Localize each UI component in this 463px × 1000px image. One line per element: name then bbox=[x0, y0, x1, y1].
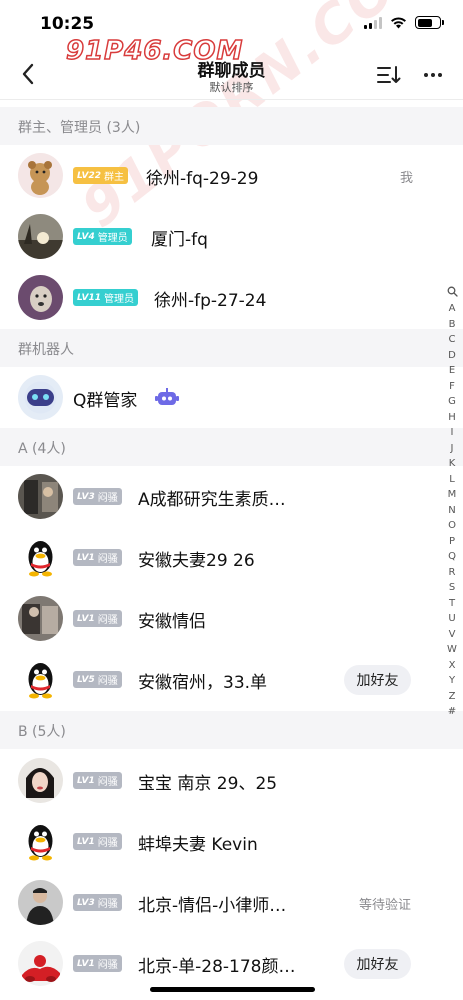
index-letter[interactable]: U bbox=[448, 611, 455, 627]
level-badge: LV1 闷骚 bbox=[73, 610, 122, 627]
index-letter[interactable]: J bbox=[451, 441, 454, 457]
avatar bbox=[18, 214, 63, 259]
avatar bbox=[18, 941, 63, 986]
index-letter[interactable]: P bbox=[449, 534, 455, 550]
member-name: 安徽夫妻29 26 bbox=[138, 551, 255, 571]
level-badge: LV11 管理员 bbox=[73, 289, 138, 306]
sort-icon bbox=[377, 66, 401, 83]
index-letter[interactable]: M bbox=[448, 487, 457, 503]
member-name: 北京-情侣-小律师… bbox=[138, 896, 287, 916]
dot-icon bbox=[438, 73, 442, 77]
member-name: 徐州-fp-27-24 bbox=[154, 291, 267, 311]
robot-avatar bbox=[18, 375, 63, 420]
add-friend-button[interactable]: 加好友 bbox=[344, 949, 411, 979]
index-letter[interactable]: A bbox=[449, 301, 456, 317]
status-time: 10:25 bbox=[40, 14, 95, 34]
member-row[interactable]: LV1 闷骚 宝宝 南京 29、25 bbox=[0, 750, 463, 811]
index-letter[interactable]: T bbox=[449, 596, 455, 612]
avatar bbox=[18, 474, 63, 519]
member-name: 蚌埠夫妻 Kevin bbox=[138, 835, 258, 855]
member-name: 安徽情侣 bbox=[138, 612, 206, 632]
robot-name: Q群管家 bbox=[73, 391, 138, 411]
index-letter[interactable]: I bbox=[451, 425, 454, 441]
search-icon[interactable] bbox=[447, 286, 458, 297]
self-tag: 我 bbox=[399, 171, 413, 186]
nav-bar: 群聊成员 默认排序 bbox=[0, 50, 463, 100]
avatar bbox=[18, 880, 63, 925]
member-row[interactable]: LV4 管理员 厦门-fq bbox=[0, 206, 463, 267]
member-name: 北京-单-28-178颜… bbox=[138, 957, 296, 977]
qq-default-avatar bbox=[18, 819, 63, 864]
section-header-a: A (4人) bbox=[0, 428, 463, 466]
level-badge: LV3 闷骚 bbox=[73, 488, 122, 505]
more-options-button[interactable] bbox=[419, 61, 447, 89]
sort-button[interactable] bbox=[375, 61, 403, 89]
level-badge: LV1 闷骚 bbox=[73, 549, 122, 566]
section-header-robots: 群机器人 bbox=[0, 329, 463, 367]
member-row[interactable]: LV1 闷骚 北京-单-28-178颜… 加好友 bbox=[0, 933, 463, 994]
level-badge: LV22 群主 bbox=[73, 167, 128, 184]
index-letter[interactable]: S bbox=[449, 580, 455, 596]
index-letter[interactable]: O bbox=[448, 518, 456, 534]
index-letter[interactable]: E bbox=[449, 363, 455, 379]
index-letter[interactable]: # bbox=[448, 704, 456, 720]
index-letter[interactable]: F bbox=[449, 379, 455, 395]
dot-icon bbox=[431, 73, 435, 77]
status-icons bbox=[364, 16, 444, 29]
level-badge: LV4 管理员 bbox=[73, 228, 132, 245]
member-name: 安徽宿州，33.单 bbox=[138, 673, 268, 693]
index-letter[interactable]: N bbox=[448, 503, 455, 519]
member-name: A成都研究生素质… bbox=[138, 490, 286, 510]
avatar bbox=[18, 153, 63, 198]
wifi-icon bbox=[391, 17, 406, 29]
index-letter[interactable]: V bbox=[449, 627, 456, 643]
level-badge: LV3 闷骚 bbox=[73, 894, 122, 911]
index-letter[interactable]: K bbox=[449, 456, 456, 472]
member-row[interactable]: LV1 闷骚 安徽情侣 bbox=[0, 588, 463, 649]
add-friend-button[interactable]: 加好友 bbox=[344, 665, 411, 695]
level-badge: LV1 闷骚 bbox=[73, 772, 122, 789]
member-row[interactable]: LV1 闷骚 蚌埠夫妻 Kevin bbox=[0, 811, 463, 872]
level-badge: LV1 闷骚 bbox=[73, 955, 122, 972]
pending-verification-tag: 等待验证 bbox=[358, 898, 411, 913]
index-letter[interactable]: D bbox=[448, 348, 456, 364]
battery-icon bbox=[415, 16, 444, 29]
signal-icon bbox=[364, 16, 382, 29]
index-letter[interactable]: C bbox=[449, 332, 456, 348]
robot-row[interactable]: Q群管家 bbox=[0, 367, 463, 428]
avatar bbox=[18, 275, 63, 320]
level-badge: LV5 闷骚 bbox=[73, 671, 122, 688]
dot-icon bbox=[424, 73, 428, 77]
index-letter[interactable]: W bbox=[447, 642, 457, 658]
avatar bbox=[18, 758, 63, 803]
robot-icon bbox=[155, 388, 179, 405]
section-header-admins: 群主、管理员 (3人) bbox=[0, 107, 463, 145]
index-letter[interactable]: B bbox=[449, 317, 456, 333]
index-letter[interactable]: X bbox=[449, 658, 456, 674]
member-row[interactable]: LV5 闷骚 安徽宿州，33.单 加好友 bbox=[0, 649, 463, 710]
member-name: 厦门-fq bbox=[151, 230, 208, 250]
member-row[interactable]: LV22 群主 徐州-fq-29-29 我 bbox=[0, 145, 463, 206]
home-indicator[interactable] bbox=[150, 987, 315, 992]
member-name: 徐州-fq-29-29 bbox=[146, 169, 259, 189]
index-letter[interactable]: H bbox=[448, 410, 456, 426]
index-letter[interactable]: L bbox=[449, 472, 455, 488]
index-letter[interactable]: Z bbox=[449, 689, 456, 705]
index-letter[interactable]: Q bbox=[448, 549, 456, 565]
qq-default-avatar bbox=[18, 657, 63, 702]
alphabet-index[interactable]: A B C D E F G H I J K L M N O P Q R S T … bbox=[445, 286, 459, 720]
index-letter[interactable]: Y bbox=[449, 673, 455, 689]
qq-default-avatar bbox=[18, 535, 63, 580]
section-header-b: B (5人) bbox=[0, 711, 463, 749]
level-badge: LV1 闷骚 bbox=[73, 833, 122, 850]
member-row[interactable]: LV1 闷骚 安徽夫妻29 26 bbox=[0, 527, 463, 588]
member-row[interactable]: LV11 管理员 徐州-fp-27-24 bbox=[0, 267, 463, 328]
index-letter[interactable]: R bbox=[449, 565, 456, 581]
index-letter[interactable]: G bbox=[448, 394, 456, 410]
avatar bbox=[18, 596, 63, 641]
member-row[interactable]: LV3 闷骚 北京-情侣-小律师… 等待验证 bbox=[0, 872, 463, 933]
member-row[interactable]: LV3 闷骚 A成都研究生素质… bbox=[0, 466, 463, 527]
member-name: 宝宝 南京 29、25 bbox=[138, 774, 278, 794]
